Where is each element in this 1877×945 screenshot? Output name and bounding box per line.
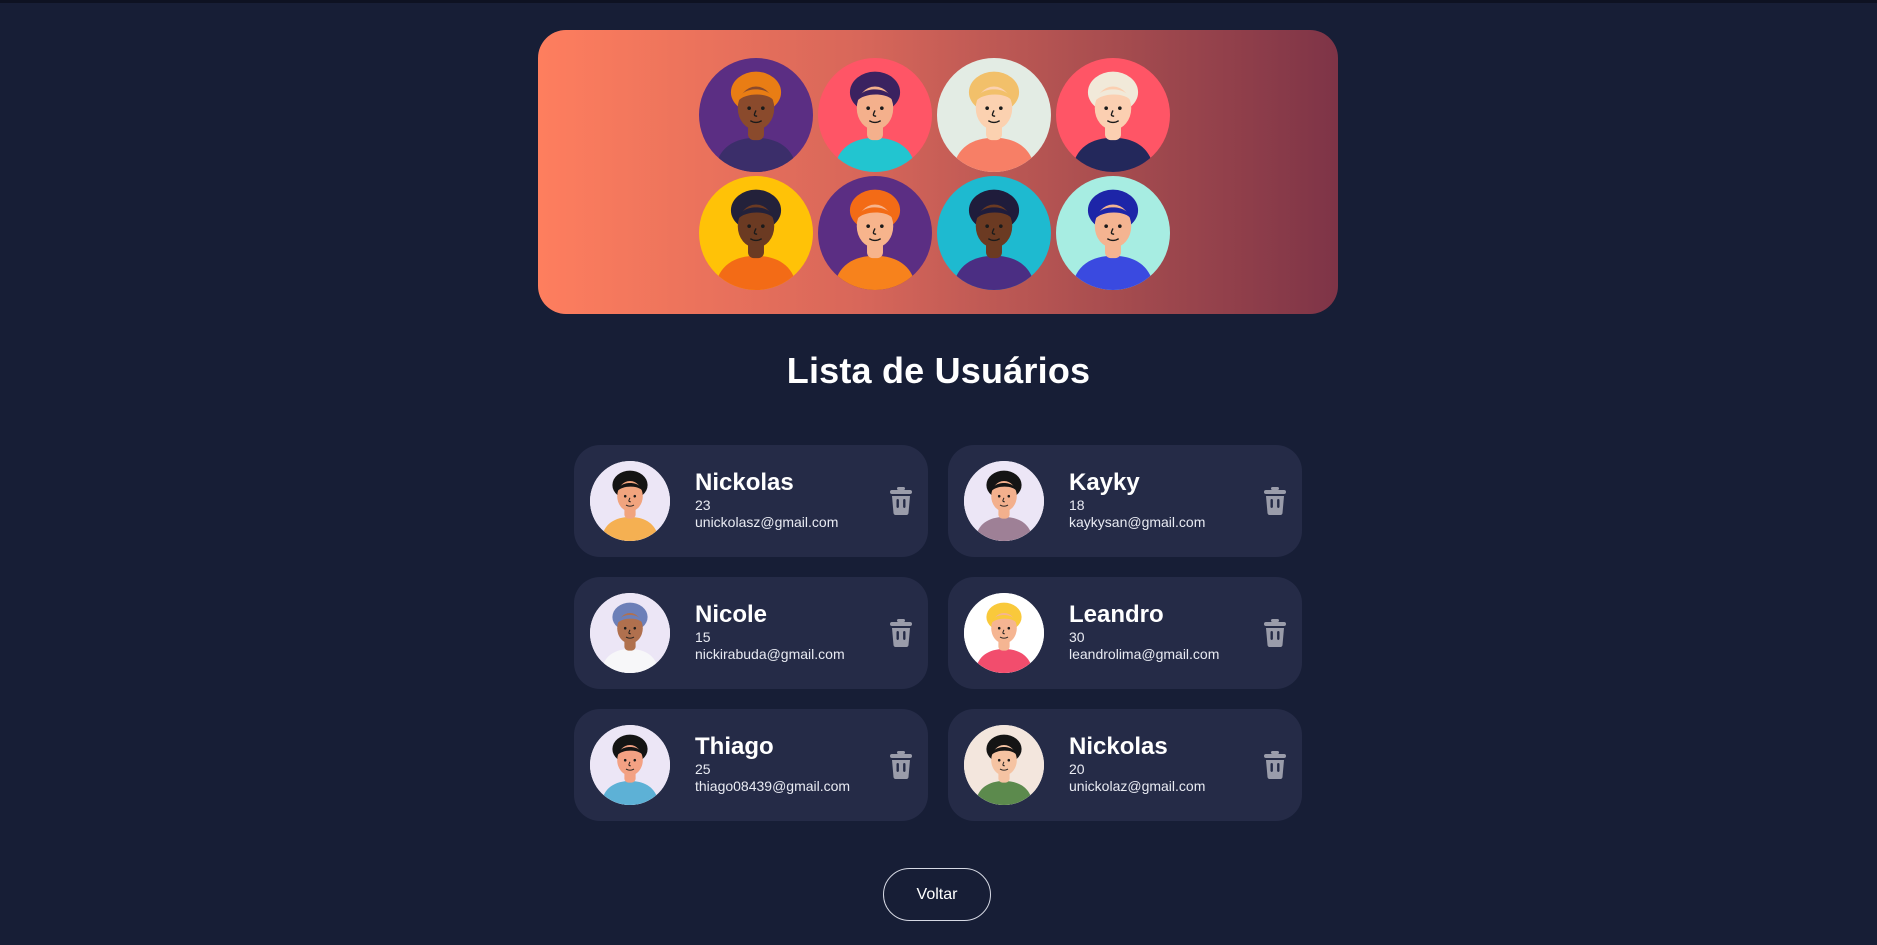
- trash-icon[interactable]: [890, 487, 912, 515]
- user-info: Leandro 30 leandrolima@gmail.com: [1069, 601, 1219, 663]
- banner-avatar-grid: [699, 58, 1170, 294]
- man-white-hair-avatar-icon: [1056, 58, 1170, 172]
- user-email: nickirabuda@gmail.com: [695, 646, 845, 662]
- user-list: Nickolas 23 unickolasz@gmail.com Kayky 18 kay…: [574, 445, 1302, 821]
- user-card: Thiago 25 thiago08439@gmail.com: [574, 709, 928, 821]
- trash-icon[interactable]: [890, 751, 912, 779]
- user-email: kaykysan@gmail.com: [1069, 514, 1206, 530]
- trash-icon[interactable]: [1264, 619, 1286, 647]
- user-info: Nickolas 20 unickolaz@gmail.com: [1069, 733, 1205, 795]
- man-curly-beard-avatar-icon: [1056, 176, 1170, 290]
- woman-black-hair-avatar-icon: [590, 461, 670, 541]
- user-info: Thiago 25 thiago08439@gmail.com: [695, 733, 850, 795]
- user-name: Nickolas: [695, 469, 794, 496]
- user-name: Nickolas: [1069, 733, 1168, 760]
- user-name: Nicole: [695, 601, 768, 628]
- woman-blonde-avatar-icon: [964, 593, 1044, 673]
- woman-hijab-avatar-icon: [590, 593, 670, 673]
- user-info: Kayky 18 kaykysan@gmail.com: [1069, 469, 1205, 531]
- user-email: unickolaz@gmail.com: [1069, 778, 1206, 794]
- user-name: Thiago: [695, 733, 774, 760]
- user-card: Nicole 15 nickirabuda@gmail.com: [574, 577, 928, 689]
- woman-cyan-cap-avatar-icon: [818, 58, 932, 172]
- man-ginger-avatar-icon: [818, 176, 932, 290]
- user-age: 20: [1069, 761, 1085, 777]
- woman-blonde-ponytail-avatar-icon: [937, 58, 1051, 172]
- back-button[interactable]: Voltar: [883, 868, 991, 921]
- trash-icon[interactable]: [1264, 487, 1286, 515]
- user-email: thiago08439@gmail.com: [695, 778, 851, 794]
- hero-banner: [538, 30, 1338, 314]
- trash-icon[interactable]: [890, 619, 912, 647]
- user-name: Kayky: [1069, 469, 1140, 496]
- man-purple-hoodie-avatar-icon: [937, 176, 1051, 290]
- user-info: Nickolas 23 unickolasz@gmail.com: [695, 469, 838, 531]
- user-age: 23: [695, 497, 711, 513]
- user-age: 15: [695, 629, 711, 645]
- man-green-jacket-avatar-icon: [964, 725, 1044, 805]
- page-title: Lista de Usuários: [786, 350, 1091, 391]
- user-card: Leandro 30 leandrolima@gmail.com: [948, 577, 1302, 689]
- user-card: Kayky 18 kaykysan@gmail.com: [948, 445, 1302, 557]
- user-card: Nickolas 23 unickolasz@gmail.com: [574, 445, 928, 557]
- user-card: Nickolas 20 unickolaz@gmail.com: [948, 709, 1302, 821]
- user-name: Leandro: [1069, 601, 1164, 628]
- user-age: 30: [1069, 629, 1085, 645]
- man-glasses-avatar-icon: [699, 176, 813, 290]
- user-email: unickolasz@gmail.com: [695, 514, 839, 530]
- man-beard-avatar-icon: [964, 461, 1044, 541]
- top-edge: [0, 0, 1877, 3]
- woman-curly-orange-hair-avatar-icon: [699, 58, 813, 172]
- user-email: leandrolima@gmail.com: [1069, 646, 1220, 662]
- trash-icon[interactable]: [1264, 751, 1286, 779]
- user-age: 18: [1069, 497, 1085, 513]
- user-info: Nicole 15 nickirabuda@gmail.com: [695, 601, 845, 663]
- woman-bun-hair-avatar-icon: [590, 725, 670, 805]
- user-age: 25: [695, 761, 711, 777]
